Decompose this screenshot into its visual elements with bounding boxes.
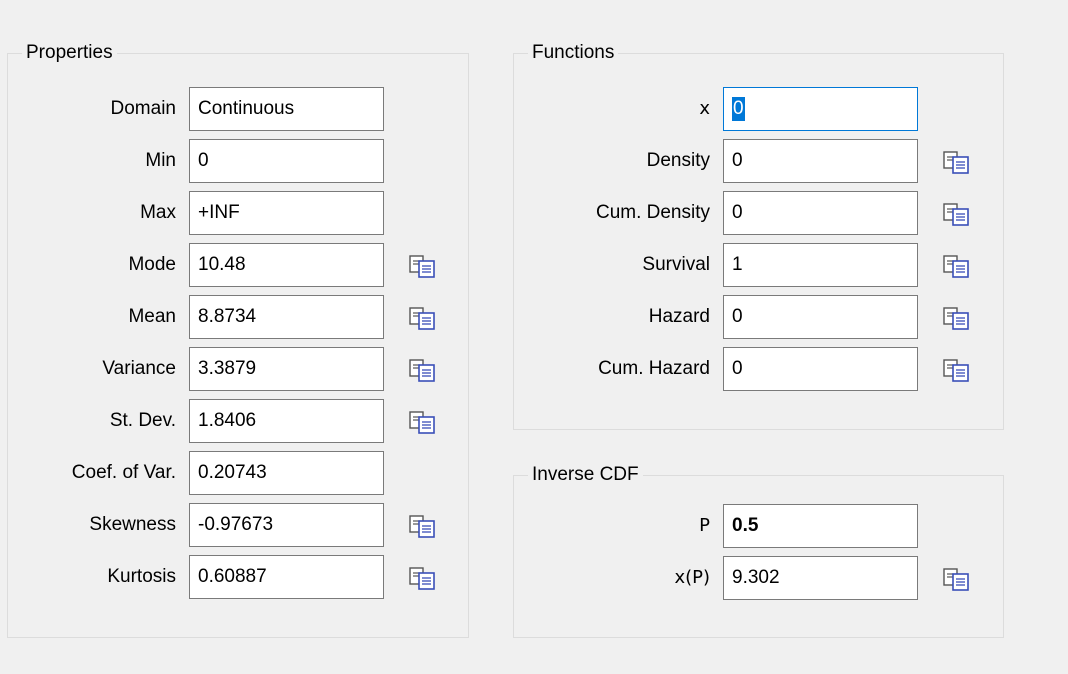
copy-icon[interactable] — [942, 149, 972, 175]
skewness-field[interactable]: -0.97673 — [189, 503, 384, 547]
skewness-label: Skewness — [89, 514, 176, 535]
mean-label: Mean — [128, 306, 176, 327]
domain-label: Domain — [110, 98, 176, 119]
functions-group: Functions x 0 Density 0 Cum. Density 0 S… — [513, 42, 1004, 430]
mean-field[interactable]: 8.8734 — [189, 295, 384, 339]
property-row-domain: Domain Continuous — [8, 87, 468, 131]
property-row-coef-var: Coef. of Var. 0.20743 — [8, 451, 468, 495]
cum-density-field[interactable]: 0 — [723, 191, 918, 235]
coef-var-field[interactable]: 0.20743 — [189, 451, 384, 495]
x-label: x — [699, 98, 710, 119]
function-row-density: Density 0 — [514, 139, 1003, 183]
property-row-mode: Mode 10.48 — [8, 243, 468, 287]
max-field[interactable]: +INF — [189, 191, 384, 235]
inverse-cdf-group: Inverse CDF P 0.5 x(P) 9.302 — [513, 464, 1004, 638]
xp-field[interactable]: 9.302 — [723, 556, 918, 600]
copy-icon[interactable] — [408, 409, 438, 435]
min-field[interactable]: 0 — [189, 139, 384, 183]
inverse-cdf-title: Inverse CDF — [528, 464, 643, 486]
variance-label: Variance — [102, 358, 176, 379]
copy-icon[interactable] — [942, 201, 972, 227]
stdev-label: St. Dev. — [109, 410, 176, 431]
function-row-cum-density: Cum. Density 0 — [514, 191, 1003, 235]
function-row-survival: Survival 1 — [514, 243, 1003, 287]
copy-icon[interactable] — [408, 305, 438, 331]
hazard-field[interactable]: 0 — [723, 295, 918, 339]
properties-group: Properties Domain Continuous Min 0 Max +… — [7, 42, 469, 638]
density-label: Density — [646, 150, 710, 171]
hazard-label: Hazard — [648, 306, 710, 327]
function-row-x: x 0 — [514, 87, 1003, 131]
density-field[interactable]: 0 — [723, 139, 918, 183]
inverse-row-p: P 0.5 — [514, 504, 1003, 548]
property-row-mean: Mean 8.8734 — [8, 295, 468, 339]
kurtosis-label: Kurtosis — [107, 566, 176, 587]
copy-icon[interactable] — [942, 357, 972, 383]
functions-title: Functions — [528, 42, 619, 64]
property-row-stdev: St. Dev. 1.8406 — [8, 399, 468, 443]
cum-density-label: Cum. Density — [595, 202, 710, 223]
p-input[interactable]: 0.5 — [723, 504, 918, 548]
cum-hazard-label: Cum. Hazard — [598, 358, 710, 379]
function-row-hazard: Hazard 0 — [514, 295, 1003, 339]
copy-icon[interactable] — [408, 357, 438, 383]
domain-field[interactable]: Continuous — [189, 87, 384, 131]
copy-icon[interactable] — [942, 305, 972, 331]
function-row-cum-hazard: Cum. Hazard 0 — [514, 347, 1003, 391]
property-row-kurtosis: Kurtosis 0.60887 — [8, 555, 468, 599]
copy-icon[interactable] — [408, 513, 438, 539]
coef-var-label: Coef. of Var. — [71, 462, 176, 483]
inverse-row-xp: x(P) 9.302 — [514, 556, 1003, 600]
max-label: Max — [140, 202, 176, 223]
x-input[interactable]: 0 — [723, 87, 918, 131]
copy-icon[interactable] — [408, 565, 438, 591]
mode-label: Mode — [128, 254, 176, 275]
xp-label: x(P) — [674, 567, 710, 588]
property-row-max: Max +INF — [8, 191, 468, 235]
property-row-skewness: Skewness -0.97673 — [8, 503, 468, 547]
x-input-value: 0 — [732, 97, 745, 121]
property-row-min: Min 0 — [8, 139, 468, 183]
copy-icon[interactable] — [408, 253, 438, 279]
p-label: P — [699, 515, 710, 536]
copy-icon[interactable] — [942, 253, 972, 279]
survival-label: Survival — [642, 254, 710, 275]
kurtosis-field[interactable]: 0.60887 — [189, 555, 384, 599]
mode-field[interactable]: 10.48 — [189, 243, 384, 287]
stdev-field[interactable]: 1.8406 — [189, 399, 384, 443]
variance-field[interactable]: 3.3879 — [189, 347, 384, 391]
survival-field[interactable]: 1 — [723, 243, 918, 287]
cum-hazard-field[interactable]: 0 — [723, 347, 918, 391]
properties-title: Properties — [22, 42, 117, 64]
min-label: Min — [145, 150, 176, 171]
copy-icon[interactable] — [942, 566, 972, 592]
property-row-variance: Variance 3.3879 — [8, 347, 468, 391]
